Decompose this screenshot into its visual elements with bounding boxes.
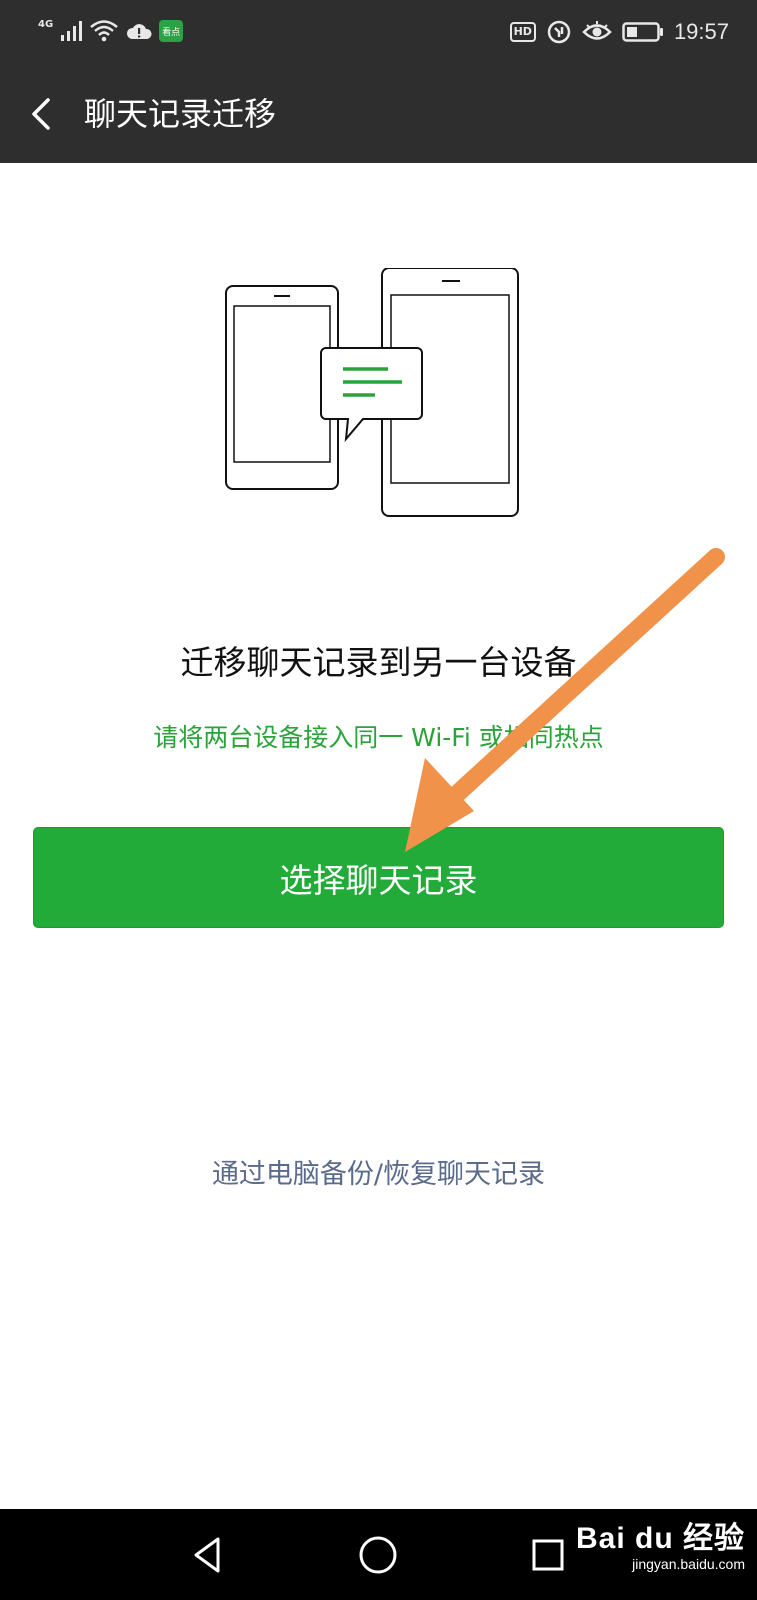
status-left: 4G 看点: [38, 14, 184, 48]
nav-home-button[interactable]: [352, 1529, 404, 1581]
screen: 4G 看点 HD 19:57 聊天记录迁移 迁移聊天记录到另一台设备 请将两台设…: [0, 0, 757, 1600]
watermark-logo-text: Bai du 经验: [575, 1522, 745, 1555]
clock: 19:57: [673, 19, 729, 44]
wifi-icon: [90, 20, 118, 42]
eye-icon: [582, 21, 612, 40]
phones-transfer-illustration: [220, 267, 540, 530]
page-title: 聊天记录迁移: [84, 95, 277, 133]
status-bar: 4G 看点 HD 19:57: [0, 0, 757, 64]
title-bar: 聊天记录迁移: [0, 64, 757, 163]
hd-badge: HD: [509, 22, 536, 42]
app-notification-badge: 看点: [159, 20, 184, 42]
select-chat-history-button[interactable]: 选择聊天记录: [33, 827, 724, 928]
data-saver-icon: [547, 20, 571, 44]
pc-backup-restore-link[interactable]: 通过电脑备份/恢复聊天记录: [0, 1155, 757, 1195]
annotation-arrow: [405, 548, 725, 852]
signal-icon: [61, 21, 83, 41]
network-type: 4G: [38, 18, 54, 30]
back-button[interactable]: [22, 86, 78, 142]
status-right: HD 19:57: [509, 14, 729, 50]
nav-recents-icon: [532, 1539, 564, 1571]
battery-icon: [622, 22, 663, 42]
nav-recents-button[interactable]: [522, 1529, 574, 1581]
nav-back-button[interactable]: [184, 1529, 236, 1581]
nav-back-icon: [194, 1537, 220, 1573]
network-hint: 请将两台设备接入同一 Wi-Fi 或相同热点: [153, 723, 604, 752]
back-chevron-icon: [32, 98, 50, 130]
baidu-jingyan-watermark: Bai du 经验 jingyan.baidu.com: [576, 1523, 745, 1573]
watermark-url: jingyan.baidu.com: [632, 1556, 745, 1572]
headline: 迁移聊天记录到另一台设备: [180, 643, 577, 682]
system-nav-bar: Bai du 经验 jingyan.baidu.com: [0, 1509, 757, 1600]
nav-home-icon: [359, 1536, 397, 1574]
top-bars: 4G 看点 HD 19:57 聊天记录迁移: [0, 0, 757, 163]
cloud-icon: [127, 24, 152, 39]
